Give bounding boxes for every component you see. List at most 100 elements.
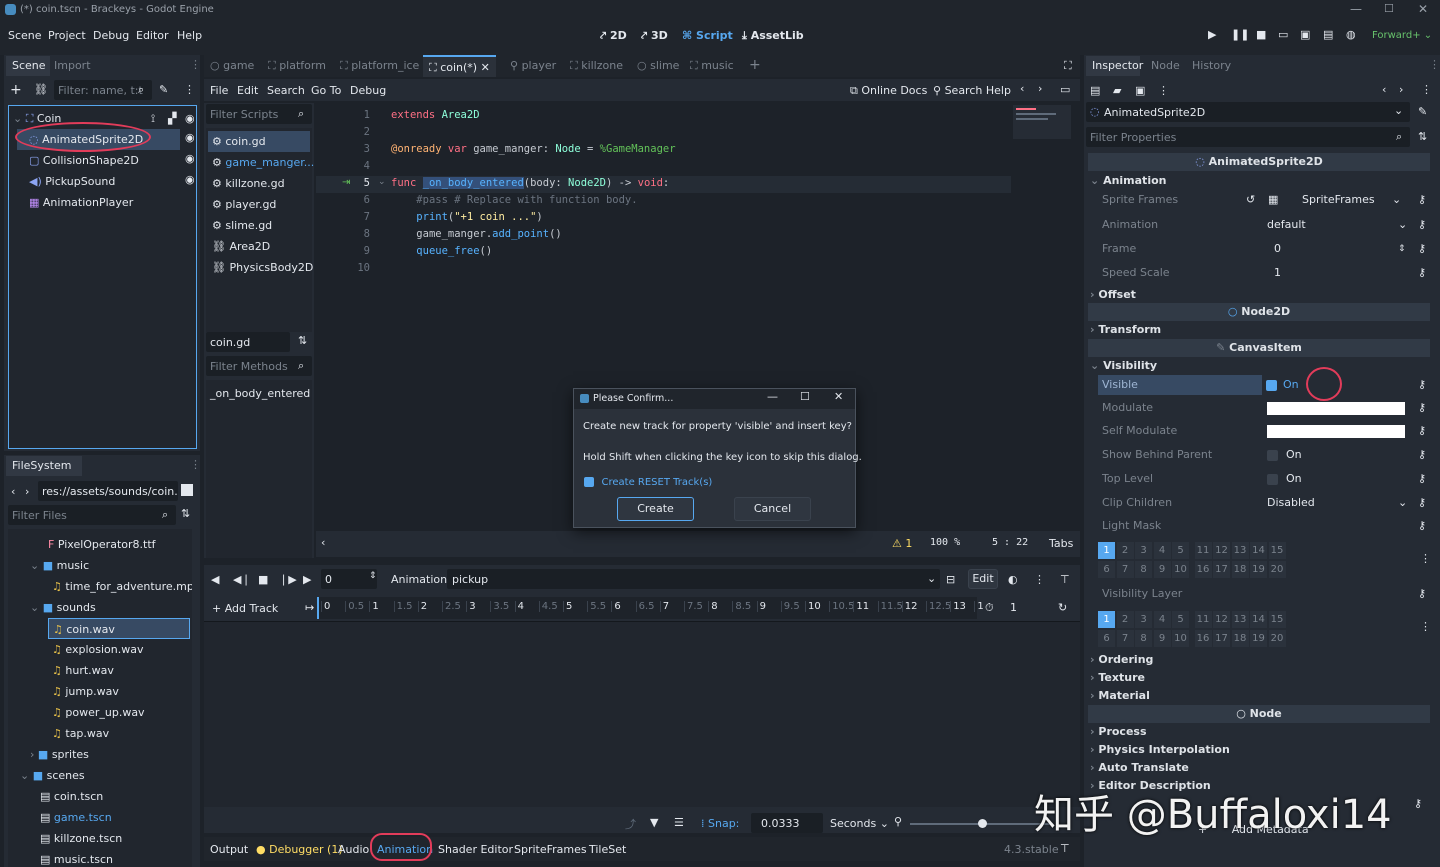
prop-self-modulate[interactable]: Self Modulate ⚷ [1102, 419, 1432, 443]
indent-mode[interactable]: Tabs [1049, 537, 1073, 550]
class-header-animatedsprite2d[interactable]: ◌ AnimatedSprite2D [1088, 153, 1430, 171]
folder-item[interactable]: ⌄ ■ scenes [20, 765, 85, 786]
tab-slime[interactable]: ○ slime [637, 56, 679, 76]
script-menu-edit[interactable]: Edit [237, 84, 258, 97]
expand-panel-icon[interactable]: ⊤ [1060, 842, 1070, 855]
dock-menu-icon[interactable]: ⋮ [190, 58, 201, 71]
script-item[interactable]: ⚙ player.gd [212, 194, 276, 215]
section-offset[interactable]: › Offset [1090, 286, 1136, 304]
layer-cell[interactable]: 20 [1268, 630, 1286, 647]
minimize-button[interactable]: — [1350, 2, 1362, 16]
file-item[interactable]: ▤ killzone.tscn [40, 828, 122, 849]
history-back-icon[interactable]: ‹ [1382, 83, 1386, 96]
reload-icon[interactable]: ↺ [1246, 188, 1255, 212]
key-icon[interactable]: ⚷ [1418, 213, 1426, 237]
prop-visibility-layer[interactable]: Visibility Layer ⚷ [1102, 582, 1432, 606]
visibility-eye-icon[interactable]: ◉ [185, 108, 195, 129]
sort-icon[interactable]: ⇅ [1418, 130, 1427, 143]
play-start-icon[interactable]: ❘▶ [279, 573, 297, 586]
visibility-layer-grid[interactable]: 1 2 3 4 5 11 12 13 14 15 6 7 8 9 10 16 17 18 19 20 [1098, 611, 1286, 647]
more-icon[interactable]: ⋮ [1034, 573, 1045, 586]
section-process[interactable]: › Process [1090, 723, 1147, 741]
layer-cell[interactable]: 11 [1194, 611, 1212, 628]
tab-audio[interactable]: Audio [338, 843, 369, 856]
script-item[interactable]: ⚙ killzone.gd [212, 173, 285, 194]
layer-cell[interactable]: 12 [1213, 611, 1230, 628]
menu-editor[interactable]: Editor [136, 29, 169, 42]
key-icon[interactable]: ⚷ [1418, 467, 1426, 491]
section-auto-translate[interactable]: › Auto Translate [1090, 759, 1189, 777]
tree-node-pickupsound[interactable]: ◀) PickupSound [29, 171, 179, 192]
key-icon[interactable]: ⚷ [1418, 373, 1426, 397]
prop-clip-children[interactable]: Clip Children Disabled ⌄ ⚷ [1102, 491, 1432, 515]
movie-maker-icon[interactable]: ◍ [1346, 28, 1356, 41]
script-icon[interactable]: ▞ [168, 108, 176, 129]
layer-cell[interactable]: 15 [1268, 611, 1286, 628]
layer-cell[interactable]: 5 [1172, 542, 1189, 559]
visibility-eye-icon[interactable]: ◉ [185, 131, 195, 144]
layer-cell[interactable]: 19 [1250, 630, 1267, 647]
workspace-script[interactable]: ⌘ Script [682, 29, 733, 42]
fold-arrow-icon[interactable]: ⌄ [378, 177, 386, 187]
layer-cell[interactable]: 13 [1231, 542, 1249, 559]
layer-cell[interactable]: 6 [1098, 561, 1115, 578]
float-window-icon[interactable]: ▭ [1060, 83, 1070, 96]
play-scene-icon[interactable]: ▣ [1300, 28, 1310, 41]
section-physics-interpolation[interactable]: › Physics Interpolation [1090, 741, 1230, 759]
prop-visible[interactable]: Visible On ⚷ [1098, 373, 1432, 397]
layer-cell[interactable]: 2 [1116, 611, 1134, 628]
key-icon[interactable]: ⚷ [1418, 443, 1426, 467]
filter-scripts-input[interactable]: Filter Scripts ⌕ [206, 104, 312, 124]
prop-light-mask[interactable]: Light Mask ⚷ [1102, 514, 1432, 538]
close-window-button[interactable]: ✕ [1418, 2, 1428, 16]
file-item[interactable]: ♫ explosion.wav [52, 639, 143, 660]
prop-speed-scale[interactable]: Speed Scale 1 ⚷ [1102, 261, 1432, 285]
list-icon[interactable]: ☰ [674, 816, 684, 829]
key-icon[interactable]: ⚷ [1418, 514, 1426, 538]
tools-icon[interactable]: ✎ [1418, 105, 1427, 118]
tree-node-animationplayer[interactable]: ▦ AnimationPlayer [29, 192, 179, 213]
play-icon[interactable]: ▶ [1208, 28, 1216, 41]
sort-icon[interactable]: ⇅ [298, 334, 307, 347]
history-forward-icon[interactable]: › [1399, 83, 1403, 96]
layer-cell[interactable]: 4 [1153, 611, 1171, 628]
key-icon[interactable]: ⚷ [1418, 419, 1426, 443]
split-view-icon[interactable] [181, 484, 193, 496]
timeline-zoom-icon[interactable]: ↦ [305, 601, 314, 614]
layer-cell[interactable]: 19 [1250, 561, 1267, 578]
file-item[interactable]: ▤ game.tscn [40, 807, 112, 828]
dock-menu-icon[interactable]: ⋮ [190, 458, 201, 471]
file-item[interactable]: ♫ hurt.wav [52, 660, 114, 681]
workspace-2d[interactable]: ⤤ 2D [600, 29, 627, 43]
add-node-icon[interactable]: + [10, 82, 22, 98]
onion-skin-icon[interactable]: ◐ [1008, 573, 1018, 586]
open-folder-icon[interactable]: ▰ [1113, 84, 1121, 97]
workspace-assetlib[interactable]: ⤓ AssetLib [742, 29, 804, 43]
layer-cell[interactable]: 6 [1098, 630, 1115, 647]
tab-player[interactable]: ⚲ player [510, 56, 556, 76]
next-script-icon[interactable]: › [1038, 82, 1042, 95]
tab-history[interactable]: History [1192, 56, 1231, 76]
tab-platform[interactable]: ⛶ platform [268, 56, 326, 76]
cancel-button[interactable]: Cancel [734, 497, 811, 521]
animation-length[interactable]: 1 [1010, 601, 1017, 614]
prop-top-level[interactable]: Top Level On ⚷ [1102, 467, 1432, 491]
add-tab-button[interactable]: + [749, 55, 761, 75]
autoplay-icon[interactable]: ⊟ [946, 573, 955, 586]
section-transform[interactable]: › Transform [1090, 321, 1161, 339]
new-resource-icon[interactable]: ▤ [1090, 84, 1100, 97]
script-item[interactable]: ⚙ game_manger... [212, 152, 314, 173]
prop-modulate[interactable]: Modulate ⚷ [1102, 396, 1432, 420]
layer-cell[interactable]: 1 [1098, 542, 1115, 559]
menu-scene[interactable]: Scene [8, 29, 42, 42]
edit-button[interactable]: Edit [968, 569, 998, 589]
filter-methods-input[interactable]: Filter Methods ⌕ [206, 356, 312, 376]
zoom-level[interactable]: 100 % [930, 537, 960, 548]
chevron-down-icon[interactable]: ⌄ [1398, 213, 1407, 237]
section-texture[interactable]: › Texture [1090, 669, 1145, 687]
layer-cell[interactable]: 14 [1250, 611, 1267, 628]
file-item[interactable]: ♫ power_up.wav [52, 702, 145, 723]
stop-icon[interactable]: ■ [258, 573, 268, 586]
key-icon[interactable]: ⚷ [1418, 582, 1426, 606]
path-field[interactable]: res://assets/sounds/coin.w [38, 481, 178, 501]
